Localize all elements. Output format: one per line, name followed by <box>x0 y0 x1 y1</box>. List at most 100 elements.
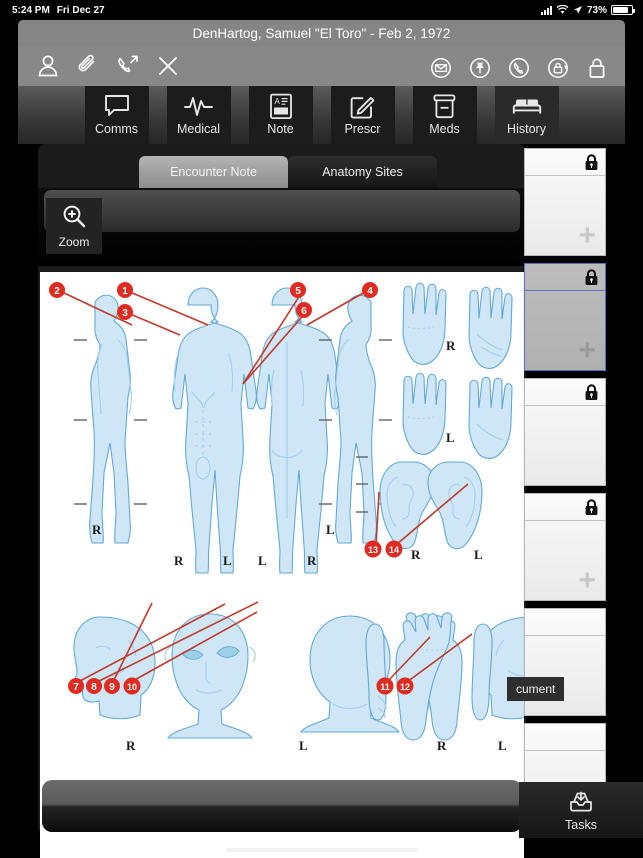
note-bottom-bar[interactable] <box>42 780 522 832</box>
tab-meds-label: Meds <box>429 122 460 136</box>
plus-icon[interactable]: + <box>578 336 596 366</box>
tab-comms[interactable]: Comms <box>84 86 149 144</box>
envelope-circle-icon[interactable] <box>427 54 455 82</box>
anatomy-toolbar: Zoom <box>38 188 526 266</box>
subtab-anatomy-sites-label: Anatomy Sites <box>322 165 403 179</box>
anatomy-marker-3[interactable]: 3 <box>117 304 133 320</box>
label-anterior-left: L <box>223 553 232 568</box>
speech-bubble-icon <box>103 91 131 121</box>
anatomy-marker-5-label: 5 <box>295 286 301 297</box>
anatomy-marker-1-label: 1 <box>122 286 128 297</box>
anatomy-diagram: R R L L R L R L R L R L R L 1 2 3 4 5 6 … <box>49 282 524 753</box>
anatomy-marker-13[interactable]: 13 <box>364 540 382 558</box>
note-card-icon: A <box>269 91 293 121</box>
anatomy-marker-7-label: 7 <box>73 682 79 693</box>
label-head-right: R <box>126 738 136 753</box>
feet-group <box>365 612 493 741</box>
label-anterior-right: R <box>174 553 184 568</box>
lock-icon <box>585 153 598 170</box>
figure-anterior <box>172 287 257 574</box>
label-foot-left: L <box>498 738 507 753</box>
tab-medical[interactable]: Medical <box>166 86 231 144</box>
card-header <box>525 149 605 176</box>
subtab-encounter-note[interactable]: Encounter Note <box>139 156 288 188</box>
tab-note[interactable]: A Note <box>248 86 313 144</box>
document-card-rail: + + + cument <box>507 148 606 838</box>
location-arrow-icon <box>573 6 582 14</box>
label-foot-right: R <box>437 738 447 753</box>
tab-meds[interactable]: Meds <box>412 86 477 144</box>
tab-comms-label: Comms <box>94 122 139 136</box>
anatomy-marker-2[interactable]: 2 <box>49 282 65 298</box>
phone-circle-icon[interactable] <box>505 54 533 82</box>
tab-history-label: History <box>507 122 546 136</box>
anatomy-marker-11[interactable]: 11 <box>376 677 394 695</box>
pill-jar-icon <box>432 91 457 121</box>
anatomy-marker-10[interactable]: 10 <box>123 677 141 695</box>
hands-right-pair <box>402 282 513 369</box>
tasks-button[interactable]: Tasks <box>519 782 643 838</box>
plus-icon[interactable]: + <box>578 566 596 596</box>
battery-percent: 73% <box>586 4 607 16</box>
document-card-1[interactable]: + <box>524 148 606 256</box>
anatomy-marker-6[interactable]: 6 <box>296 302 312 318</box>
anatomy-marker-11-label: 11 <box>380 682 390 692</box>
subtab-anatomy-sites[interactable]: Anatomy Sites <box>288 156 437 188</box>
anatomy-marker-14[interactable]: 14 <box>385 540 403 558</box>
label-hands-right: R <box>446 338 456 353</box>
anatomy-marker-7[interactable]: 7 <box>68 678 84 694</box>
anatomy-canvas[interactable]: R R L L R L R L R L R L R L 1 2 3 4 5 6 … <box>40 272 524 858</box>
patient-toolbar <box>18 46 625 86</box>
anatomy-marker-14-label: 14 <box>389 545 399 555</box>
anatomy-marker-8-label: 8 <box>91 682 97 693</box>
card-header <box>525 609 605 636</box>
lock-icon[interactable] <box>583 54 611 82</box>
person-icon[interactable] <box>34 52 62 80</box>
plus-icon[interactable]: + <box>578 221 596 251</box>
phone-outgoing-icon[interactable] <box>114 52 142 80</box>
label-ear-right: R <box>411 547 421 562</box>
status-bar-left: 5:24 PM Fri Dec 27 <box>12 5 105 16</box>
toolbar-left-group <box>34 52 182 80</box>
anatomy-marker-9[interactable]: 9 <box>104 678 120 694</box>
anatomy-marker-1[interactable]: 1 <box>117 282 133 298</box>
note-subtab-bar: Encounter Note Anatomy Sites <box>38 144 526 188</box>
tab-history[interactable]: History <box>494 86 559 144</box>
label-posterior-left: L <box>258 553 267 568</box>
anatomy-marker-5[interactable]: 5 <box>290 282 306 298</box>
figure-lateral-left <box>334 294 377 544</box>
pin-circle-icon[interactable] <box>466 54 494 82</box>
screen: 5:24 PM Fri Dec 27 73% DenHartog, Samuel… <box>0 0 643 858</box>
card-header <box>525 264 605 291</box>
lock-icon <box>585 383 598 400</box>
document-card-5[interactable]: cument <box>507 608 606 716</box>
card-header <box>525 724 605 751</box>
note-window: Encounter Note Anatomy Sites Zoom R R L … <box>38 144 526 858</box>
bed-icon <box>512 91 542 121</box>
tab-prescr[interactable]: Prescr <box>330 86 395 144</box>
zoom-button[interactable]: Zoom <box>46 198 102 254</box>
subtab-encounter-note-label: Encounter Note <box>170 165 257 179</box>
lock-refresh-circle-icon[interactable] <box>544 54 572 82</box>
document-card-3[interactable] <box>524 378 606 486</box>
label-hands-left: L <box>446 430 455 445</box>
label-posterior-right: R <box>307 553 317 568</box>
paperclip-icon[interactable] <box>74 52 102 80</box>
anatomy-marker-4[interactable]: 4 <box>362 282 378 298</box>
anatomy-marker-12[interactable]: 12 <box>396 677 414 695</box>
cellular-signal-icon <box>540 5 552 15</box>
wifi-icon <box>556 5 569 14</box>
anatomy-marker-9-label: 9 <box>109 682 115 693</box>
label-head-left: L <box>299 738 308 753</box>
lock-icon <box>585 268 598 285</box>
anatomy-marker-4-label: 4 <box>367 286 373 297</box>
close-icon[interactable] <box>154 52 182 80</box>
tab-prescr-label: Prescr <box>344 122 381 136</box>
document-card-2[interactable]: + <box>524 263 606 371</box>
toolbar-pill <box>44 190 520 232</box>
status-bar: 5:24 PM Fri Dec 27 73% <box>0 0 643 20</box>
anatomy-marker-8[interactable]: 8 <box>86 678 102 694</box>
zoom-button-label: Zoom <box>58 235 90 249</box>
svg-text:A: A <box>274 97 280 106</box>
document-card-4[interactable]: + <box>524 493 606 601</box>
